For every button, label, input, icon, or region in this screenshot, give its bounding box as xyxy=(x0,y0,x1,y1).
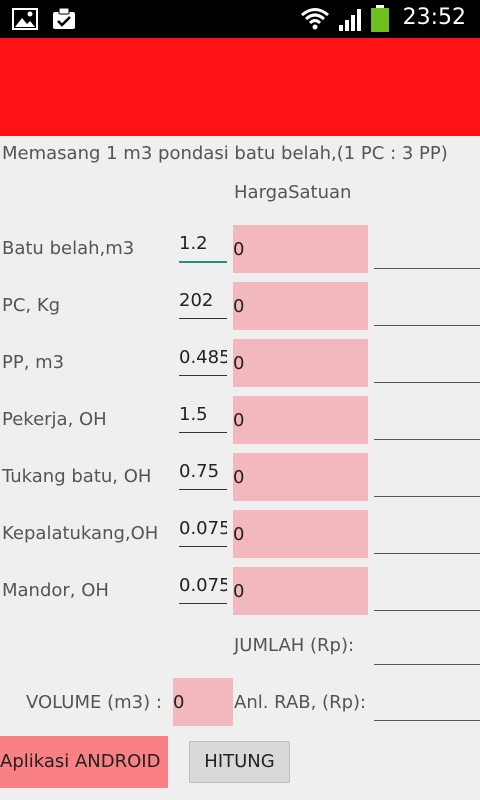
wifi-icon xyxy=(300,6,330,36)
row-label-tukang-batu: Tukang batu, OH xyxy=(2,466,152,487)
qty-input-pc[interactable]: 202 xyxy=(179,288,227,319)
harga-satuan-header: HargaSatuan xyxy=(234,182,352,203)
price-input-pc[interactable]: 0 xyxy=(233,282,368,330)
subtotal-field-pekerja xyxy=(374,399,480,440)
hitung-button[interactable]: HITUNG xyxy=(189,741,290,783)
row-label-batu-belah: Batu belah,m3 xyxy=(2,238,135,259)
qty-input-pp[interactable]: 0.485 xyxy=(179,345,227,376)
description-text: Memasang 1 m3 pondasi batu belah,(1 PC :… xyxy=(2,143,448,164)
clock: 23:52 xyxy=(402,5,466,30)
price-input-pekerja[interactable]: 0 xyxy=(233,396,368,444)
anl-rab-label: Anl. RAB, (Rp): xyxy=(234,692,367,713)
row-label-pc: PC, Kg xyxy=(2,295,61,316)
qty-input-tukang-batu[interactable]: 0.75 xyxy=(179,459,227,490)
jumlah-field xyxy=(374,624,480,665)
price-input-batu-belah[interactable]: 0 xyxy=(233,225,368,273)
volume-label: VOLUME (m3) : xyxy=(26,692,162,713)
price-input-pp[interactable]: 0 xyxy=(233,339,368,387)
battery-icon xyxy=(370,5,390,37)
row-label-mandor: Mandor, OH xyxy=(2,580,109,601)
volume-input[interactable]: 0 xyxy=(173,678,233,726)
jumlah-label: JUMLAH (Rp): xyxy=(234,635,355,656)
price-input-tukang-batu[interactable]: 0 xyxy=(233,453,368,501)
subtotal-field-pp xyxy=(374,342,480,383)
subtotal-field-batu-belah xyxy=(374,228,480,269)
subtotal-field-mandor xyxy=(374,570,480,611)
qty-input-mandor[interactable]: 0.075 xyxy=(179,573,227,604)
row-label-pekerja: Pekerja, OH xyxy=(2,409,107,430)
status-bar: 23:52 xyxy=(0,0,480,38)
price-input-mandor[interactable]: 0 xyxy=(233,567,368,615)
qty-input-batu-belah[interactable]: 1.2 xyxy=(179,231,227,263)
signal-icon xyxy=(338,8,364,36)
anl-rab-field xyxy=(374,680,480,721)
subtotal-field-pc xyxy=(374,285,480,326)
row-label-pp: PP, m3 xyxy=(2,352,65,373)
clipboard-check-icon xyxy=(52,7,76,34)
image-icon xyxy=(12,8,38,34)
subtotal-field-kepala-tukang xyxy=(374,513,480,554)
qty-input-kepala-tukang[interactable]: 0.075 xyxy=(179,516,227,547)
aplikasi-android-button[interactable]: Aplikasi ANDROID xyxy=(0,736,168,788)
header-banner xyxy=(0,38,480,136)
qty-input-pekerja[interactable]: 1.5 xyxy=(179,402,227,433)
row-label-kepala-tukang: Kepalatukang,OH xyxy=(2,523,159,544)
subtotal-field-tukang-batu xyxy=(374,456,480,497)
price-input-kepala-tukang[interactable]: 0 xyxy=(233,510,368,558)
